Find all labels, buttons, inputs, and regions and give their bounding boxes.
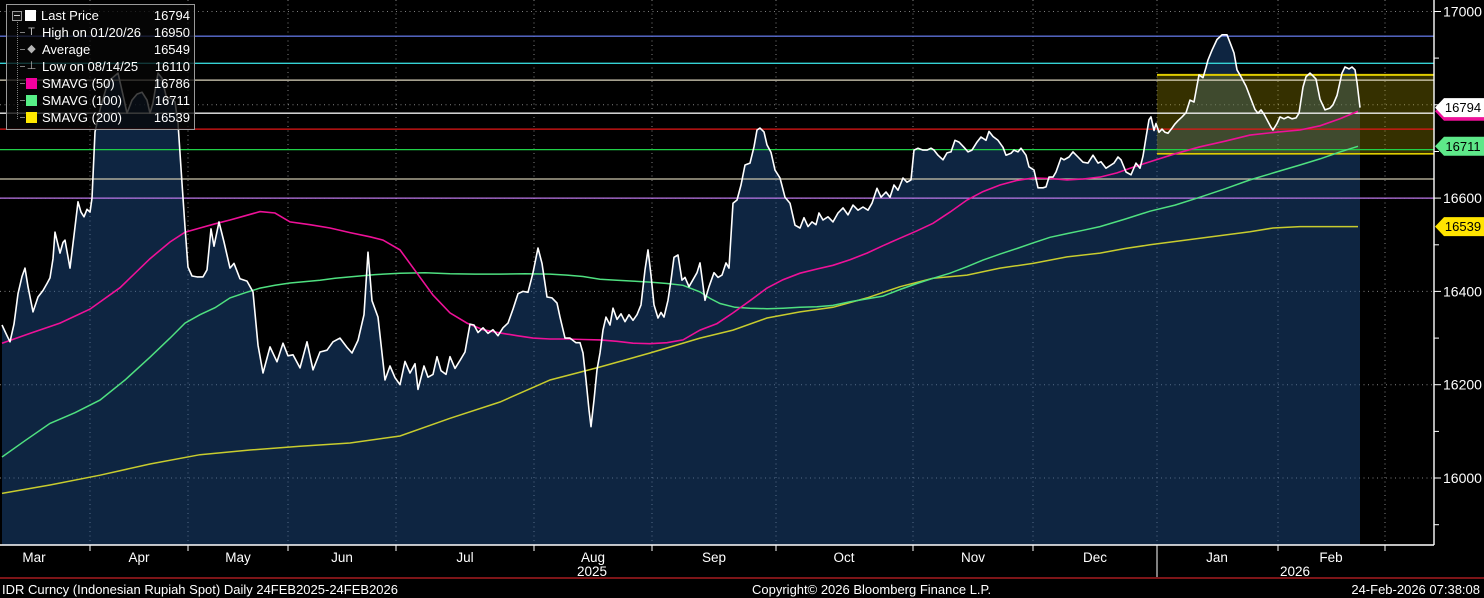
x-axis-month-label: Apr — [128, 550, 150, 565]
svg-text:16711: 16711 — [1445, 139, 1480, 154]
legend-value: 16950 — [154, 25, 190, 40]
last-price-axis-badge: 16794 — [1435, 98, 1484, 117]
chart-legend: Last Price 16794 T High on 01/20/26 16950 ◆ Av… — [6, 4, 195, 130]
sma100-axis-badge: 16711 — [1435, 137, 1484, 156]
legend-row-smavg-50[interactable]: SMAVG (50) 16786 — [10, 75, 190, 92]
legend-label: Last Price — [41, 8, 146, 23]
average-marker-icon: ◆ — [26, 44, 37, 55]
bloomberg-chart-window: 17000 16600 16400 16200 16000 Mar Apr May Jun Jul… — [0, 0, 1484, 598]
series-color-swatch — [26, 95, 37, 106]
x-axis-month-label: Feb — [1319, 550, 1342, 565]
chart-description: IDR Curncy (Indonesian Rupiah Spot) Dail… — [2, 582, 398, 597]
legend-value: 16549 — [154, 42, 190, 57]
highlight-band — [1157, 75, 1434, 154]
x-axis-month-label: Jun — [331, 550, 353, 565]
legend-value: 16794 — [154, 8, 190, 23]
series-color-swatch — [26, 112, 37, 123]
y-axis-tick-label: 16600 — [1443, 190, 1482, 206]
y-axis-tick-label: 16400 — [1443, 283, 1482, 299]
legend-label: SMAVG (100) — [42, 93, 147, 108]
timestamp: 24-Feb-2026 07:38:08 — [1351, 582, 1480, 597]
legend-row-smavg-200[interactable]: SMAVG (200) 16539 — [10, 109, 190, 126]
x-axis-month-label: Mar — [22, 550, 46, 565]
price-chart-plot-area[interactable]: 17000 16600 16400 16200 16000 Mar Apr May Jun Jul… — [0, 0, 1484, 580]
y-axis-tick-label: 17000 — [1443, 4, 1482, 20]
x-axis-month-label: Sep — [702, 550, 726, 565]
series-color-swatch — [26, 78, 37, 89]
x-axis-month-label: May — [225, 550, 251, 565]
x-axis-month-label: Nov — [961, 550, 985, 565]
sma200-axis-badge: 16539 — [1435, 217, 1484, 236]
svg-text:16794: 16794 — [1445, 100, 1481, 115]
x-axis-month-label: Oct — [833, 550, 854, 565]
legend-row-high-on-01-20-26[interactable]: T High on 01/20/26 16950 — [10, 24, 190, 41]
legend-row-last-price[interactable]: Last Price 16794 — [10, 7, 190, 24]
tree-expand-icon[interactable] — [12, 11, 22, 21]
svg-text:16539: 16539 — [1445, 219, 1481, 234]
status-bar: IDR Curncy (Indonesian Rupiah Spot) Dail… — [0, 579, 1484, 598]
legend-value: 16110 — [155, 59, 190, 74]
series-color-swatch — [25, 10, 36, 21]
legend-value: 16786 — [154, 76, 190, 91]
legend-label: Low on 08/14/25 — [42, 59, 147, 74]
legend-row-low-on-08-14-25[interactable]: ⊥ Low on 08/14/25 16110 — [10, 58, 190, 75]
x-axis-month-label: Aug — [581, 550, 605, 565]
legend-label: Average — [42, 42, 146, 57]
copyright-text: Copyright© 2026 Bloomberg Finance L.P. — [752, 582, 991, 597]
legend-label: SMAVG (200) — [42, 110, 146, 125]
y-axis-tick-label: 16200 — [1443, 377, 1482, 393]
x-axis-month-label: Jan — [1206, 550, 1228, 565]
x-axis-month-label: Dec — [1083, 550, 1107, 565]
x-axis-month-label: Jul — [456, 550, 473, 565]
low-marker-icon: ⊥ — [26, 61, 37, 72]
legend-row-average[interactable]: ◆ Average 16549 — [10, 41, 190, 58]
legend-label: SMAVG (50) — [42, 76, 146, 91]
price-area-fill — [2, 35, 1360, 545]
legend-row-smavg-100[interactable]: SMAVG (100) 16711 — [10, 92, 190, 109]
legend-value: 16711 — [155, 93, 190, 108]
legend-label: High on 01/20/26 — [42, 25, 146, 40]
legend-value: 16539 — [154, 110, 190, 125]
high-marker-icon: T — [26, 27, 37, 38]
y-axis-tick-label: 16000 — [1443, 470, 1482, 486]
